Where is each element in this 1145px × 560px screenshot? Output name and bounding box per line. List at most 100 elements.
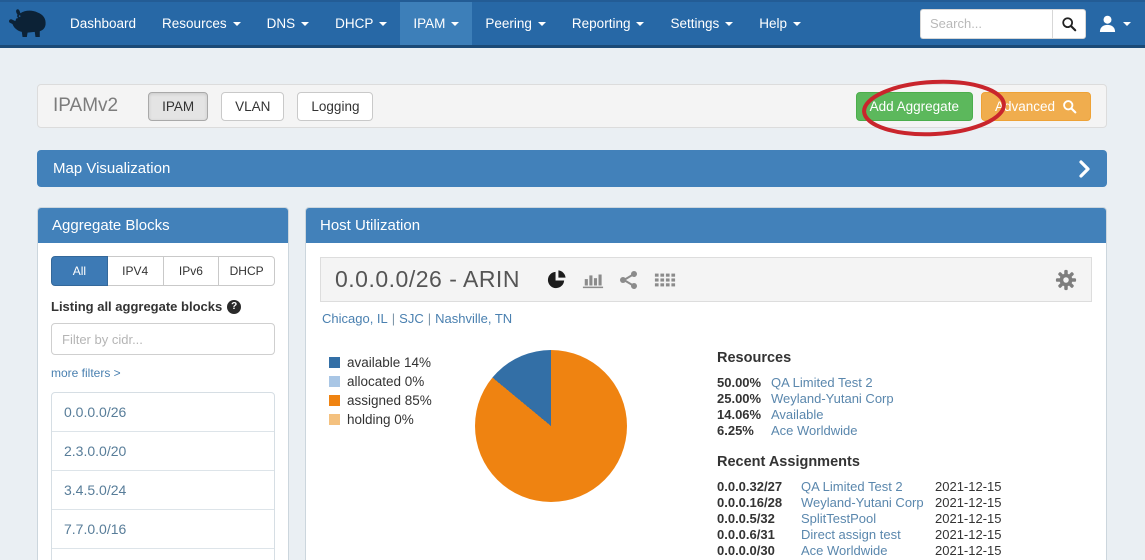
aggregate-blocks-header: Aggregate Blocks (38, 208, 288, 243)
assignment-link[interactable]: Ace Worldwide (801, 543, 935, 559)
block-subheader: 0.0.0.0/26 - ARIN (320, 257, 1092, 302)
resource-percent: 6.25% (717, 423, 771, 439)
search-button[interactable] (1052, 9, 1086, 39)
grid-icon (654, 271, 676, 289)
list-item[interactable] (52, 549, 274, 560)
user-menu[interactable] (1098, 14, 1131, 33)
nav-item-settings[interactable]: Settings (657, 2, 746, 45)
nav-item-ipam[interactable]: IPAM (400, 2, 472, 45)
table-row: 0.0.0.5/32 SplitTestPool 2021-12-15 (717, 511, 1011, 527)
tab-ipam[interactable]: IPAM (148, 92, 208, 121)
tab-logging[interactable]: Logging (297, 92, 373, 121)
tab-ipv6[interactable]: IPv6 (164, 256, 220, 286)
pie-legend: available 14% allocated 0% assigned 85% … (329, 350, 475, 559)
chevron-down-icon (636, 22, 644, 26)
nav-label: Dashboard (70, 16, 136, 31)
share-button[interactable] (619, 270, 639, 290)
gear-icon (1055, 269, 1077, 291)
bar-view-button[interactable] (582, 270, 604, 290)
host-utilization-panel: Host Utilization 0.0.0.0/26 - ARIN (305, 207, 1107, 560)
nav-item-dns[interactable]: DNS (254, 2, 323, 45)
resource-link[interactable]: Ace Worldwide (771, 423, 857, 439)
table-row: 14.06% Available (717, 407, 1011, 423)
app-logo[interactable] (0, 2, 57, 45)
table-row: 0.0.0.6/31 Direct assign test 2021-12-15 (717, 527, 1011, 543)
add-aggregate-button[interactable]: Add Aggregate (856, 92, 973, 121)
rhino-logo-icon (6, 6, 52, 42)
aggregate-filter-tabs: All IPV4 IPv6 DHCP (51, 256, 275, 286)
utilization-details: Resources 50.00% QA Limited Test 2 25.00… (717, 350, 1011, 559)
grid-view-button[interactable] (654, 271, 676, 289)
global-search (920, 9, 1086, 39)
map-visualization-bar[interactable]: Map Visualization (37, 150, 1107, 187)
pie-view-button[interactable] (546, 269, 567, 290)
legend-item: holding 0% (329, 410, 475, 429)
pie-chart-icon (546, 269, 567, 290)
resources-title: Resources (717, 350, 1011, 366)
chevron-down-icon (379, 22, 387, 26)
breadcrumb-locations: Chicago, IL|SJC|Nashville, TN (322, 311, 1092, 326)
table-row: 0.0.0.32/27 QA Limited Test 2 2021-12-15 (717, 479, 1011, 495)
assignment-link[interactable]: Direct assign test (801, 527, 935, 543)
utilization-chart-area: available 14% allocated 0% assigned 85% … (320, 350, 1092, 559)
listing-label: Listing all aggregate blocks ? (51, 299, 275, 314)
search-icon (1061, 16, 1077, 32)
table-row: 0.0.0.16/28 Weyland-Yutani Corp 2021-12-… (717, 495, 1011, 511)
chevron-down-icon (538, 22, 546, 26)
nav-item-reporting[interactable]: Reporting (559, 2, 658, 45)
host-utilization-body: 0.0.0.0/26 - ARIN (306, 243, 1106, 560)
nav-item-peering[interactable]: Peering (472, 2, 559, 45)
assignment-link[interactable]: SplitTestPool (801, 511, 935, 527)
assignment-cidr: 0.0.0.0/30 (717, 543, 801, 559)
nav-item-dashboard[interactable]: Dashboard (57, 2, 149, 45)
more-filters-link[interactable]: more filters > (51, 366, 121, 380)
assignment-date: 2021-12-15 (935, 479, 1011, 495)
tab-all[interactable]: All (51, 256, 108, 286)
aggregate-block-list: 0.0.0.0/26 2.3.0.0/20 3.4.5.0/24 7.7.0.0… (51, 392, 275, 560)
nav-item-dhcp[interactable]: DHCP (322, 2, 400, 45)
resource-link[interactable]: Weyland-Yutani Corp (771, 391, 894, 407)
resource-link[interactable]: Available (771, 407, 824, 423)
nav-item-resources[interactable]: Resources (149, 2, 254, 45)
resource-link[interactable]: QA Limited Test 2 (771, 375, 873, 391)
tab-vlan[interactable]: VLAN (221, 92, 284, 121)
location-link[interactable]: SJC (399, 311, 424, 326)
nav-label: Peering (485, 16, 532, 31)
advanced-search-button[interactable]: Advanced (981, 92, 1091, 121)
legend-label: available 14% (347, 353, 431, 372)
tab-dhcp[interactable]: DHCP (219, 256, 275, 286)
nav-label: IPAM (413, 16, 445, 31)
assignment-cidr: 0.0.0.16/28 (717, 495, 801, 511)
legend-label: holding 0% (347, 410, 414, 429)
nav-item-help[interactable]: Help (746, 2, 814, 45)
list-item[interactable]: 2.3.0.0/20 (52, 432, 274, 471)
chevron-down-icon (451, 22, 459, 26)
assignment-link[interactable]: Weyland-Yutani Corp (801, 495, 935, 511)
tab-ipv4[interactable]: IPV4 (108, 256, 164, 286)
block-title: 0.0.0.0/26 - ARIN (335, 266, 520, 293)
help-icon[interactable]: ? (227, 300, 241, 314)
recent-assignments-section: Recent Assignments 0.0.0.32/27 QA Limite… (717, 454, 1011, 559)
chevron-down-icon (725, 22, 733, 26)
table-row: 50.00% QA Limited Test 2 (717, 375, 1011, 391)
cidr-filter-input[interactable] (51, 323, 275, 355)
recent-assignments-title: Recent Assignments (717, 454, 1011, 470)
assignment-link[interactable]: QA Limited Test 2 (801, 479, 935, 495)
list-item[interactable]: 7.7.0.0/16 (52, 510, 274, 549)
location-link[interactable]: Nashville, TN (435, 311, 512, 326)
aggregate-blocks-body: All IPV4 IPv6 DHCP Listing all aggregate… (38, 243, 288, 560)
search-input[interactable] (920, 9, 1052, 39)
nav-label: Settings (670, 16, 719, 31)
chevron-down-icon (301, 22, 309, 26)
assignment-date: 2021-12-15 (935, 543, 1011, 559)
nav-label: Reporting (572, 16, 631, 31)
legend-item: available 14% (329, 353, 475, 372)
settings-button[interactable] (1055, 269, 1077, 291)
location-link[interactable]: Chicago, IL (322, 311, 388, 326)
toolbar-actions: Add Aggregate Advanced (856, 92, 1091, 121)
nav-label: Resources (162, 16, 227, 31)
list-item[interactable]: 0.0.0.0/26 (52, 393, 274, 432)
list-item[interactable]: 3.4.5.0/24 (52, 471, 274, 510)
search-icon (1062, 99, 1077, 114)
page-title: IPAMv2 (53, 95, 118, 117)
